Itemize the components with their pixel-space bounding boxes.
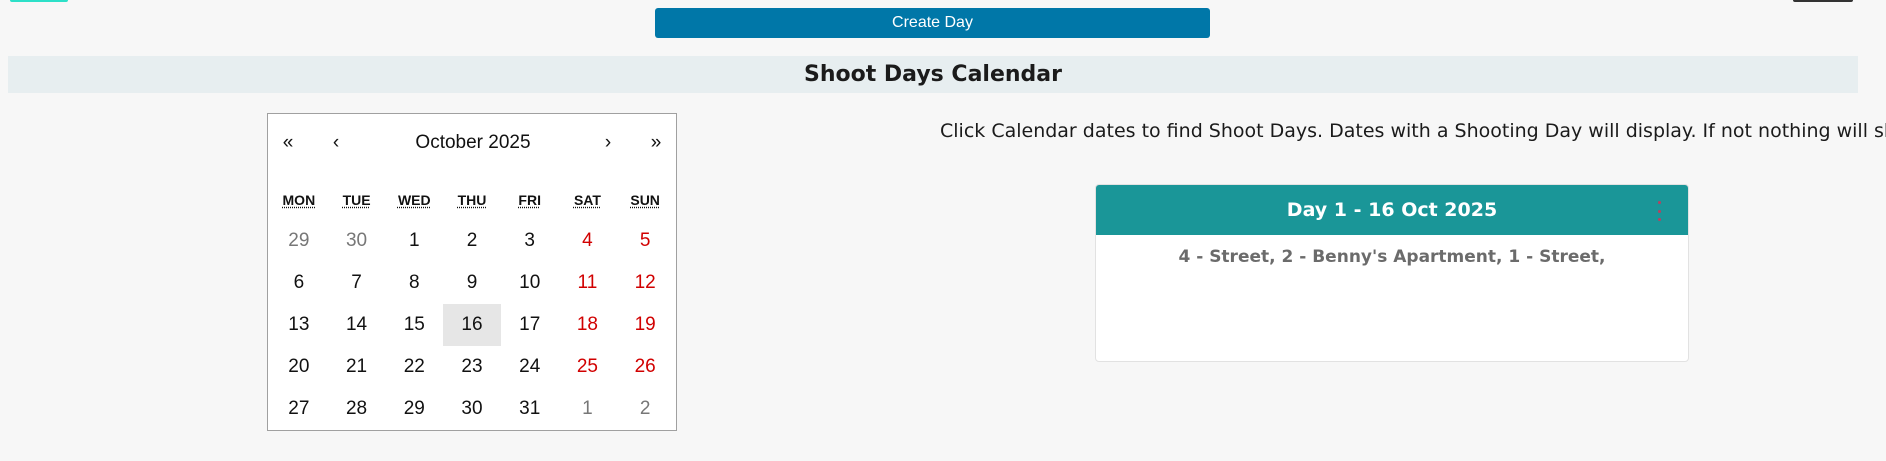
calendar-day[interactable]: 17 [501,304,559,346]
weekday-header: MON [282,192,316,208]
calendar-day[interactable]: 29 [270,220,328,262]
weekday-header: SUN [630,192,660,208]
calendar-day[interactable]: 26 [616,346,674,388]
calendar-day[interactable]: 30 [328,220,386,262]
prev-year-button[interactable]: « [268,128,308,158]
calendar-day[interactable]: 2 [616,388,674,430]
next-year-button[interactable]: » [636,128,676,158]
calendar-navigation: « ‹ October 2025 › » [268,128,676,158]
calendar-day[interactable]: 12 [616,262,674,304]
calendar-day[interactable]: 20 [270,346,328,388]
calendar-day[interactable]: 2 [443,220,501,262]
calendar-day[interactable]: 5 [616,220,674,262]
shoot-day-title: Day 1 - 16 Oct 2025 [1286,199,1498,221]
weekday-header: THU [457,192,487,208]
calendar-day[interactable]: 10 [501,262,559,304]
calendar-day[interactable]: 3 [501,220,559,262]
calendar-day[interactable]: 29 [385,388,443,430]
calendar-day[interactable]: 13 [270,304,328,346]
next-month-button[interactable]: › [588,128,628,158]
calendar-day[interactable]: 8 [385,262,443,304]
calendar-day[interactable]: 14 [328,304,386,346]
shoot-day-card-header: Day 1 - 16 Oct 2025 [1096,185,1688,235]
weekday-header: SAT [573,192,601,208]
calendar-day[interactable]: 21 [328,346,386,388]
top-left-chip[interactable] [10,0,68,2]
calendar-day[interactable]: 15 [385,304,443,346]
create-day-button[interactable]: Create Day [655,8,1210,38]
calendar-day[interactable]: 23 [443,346,501,388]
calendar-day[interactable]: 1 [385,220,443,262]
calendar-day[interactable]: 22 [385,346,443,388]
calendar-day[interactable]: 19 [616,304,674,346]
calendar-day[interactable]: 7 [328,262,386,304]
calendar-day[interactable]: 11 [559,262,617,304]
calendar-day[interactable]: 28 [328,388,386,430]
calendar-day[interactable]: 1 [559,388,617,430]
calendar-day[interactable]: 18 [559,304,617,346]
weekday-header: WED [397,192,431,208]
calendar-day[interactable]: 24 [501,346,559,388]
calendar: « ‹ October 2025 › » MON TUE WED THU FRI SAT S… [267,113,677,431]
section-header: Shoot Days Calendar [8,56,1858,93]
shoot-day-scenes: 4 - Street, 2 - Benny's Apartment, 1 - S… [1178,247,1606,267]
calendar-day[interactable]: 30 [443,388,501,430]
calendar-day[interactable]: 25 [559,346,617,388]
calendar-day[interactable]: 6 [270,262,328,304]
instructions-text: Click Calendar dates to find Shoot Days.… [940,120,1886,142]
shoot-day-card[interactable]: Day 1 - 16 Oct 2025 4 - Street, 2 - Benn… [1095,184,1689,362]
day-grid: 29 30 1 2 3 4 5 6 7 8 9 10 11 12 13 14 15 16 17 18 19 20 21 22 2… [270,220,674,432]
page-title: Shoot Days Calendar [804,62,1062,87]
weekday-header: FRI [518,192,541,208]
month-label[interactable]: October 2025 [388,128,558,158]
calendar-day-selected[interactable]: 16 [443,304,501,346]
vertical-ellipsis-icon[interactable] [1656,201,1662,221]
prev-month-button[interactable]: ‹ [316,128,356,158]
calendar-day[interactable]: 27 [270,388,328,430]
calendar-day[interactable]: 31 [501,388,559,430]
calendar-day[interactable]: 9 [443,262,501,304]
top-right-chip[interactable] [1793,0,1853,2]
weekday-row: MON TUE WED THU FRI SAT SUN [270,192,674,212]
weekday-header: TUE [342,192,371,208]
calendar-day[interactable]: 4 [559,220,617,262]
